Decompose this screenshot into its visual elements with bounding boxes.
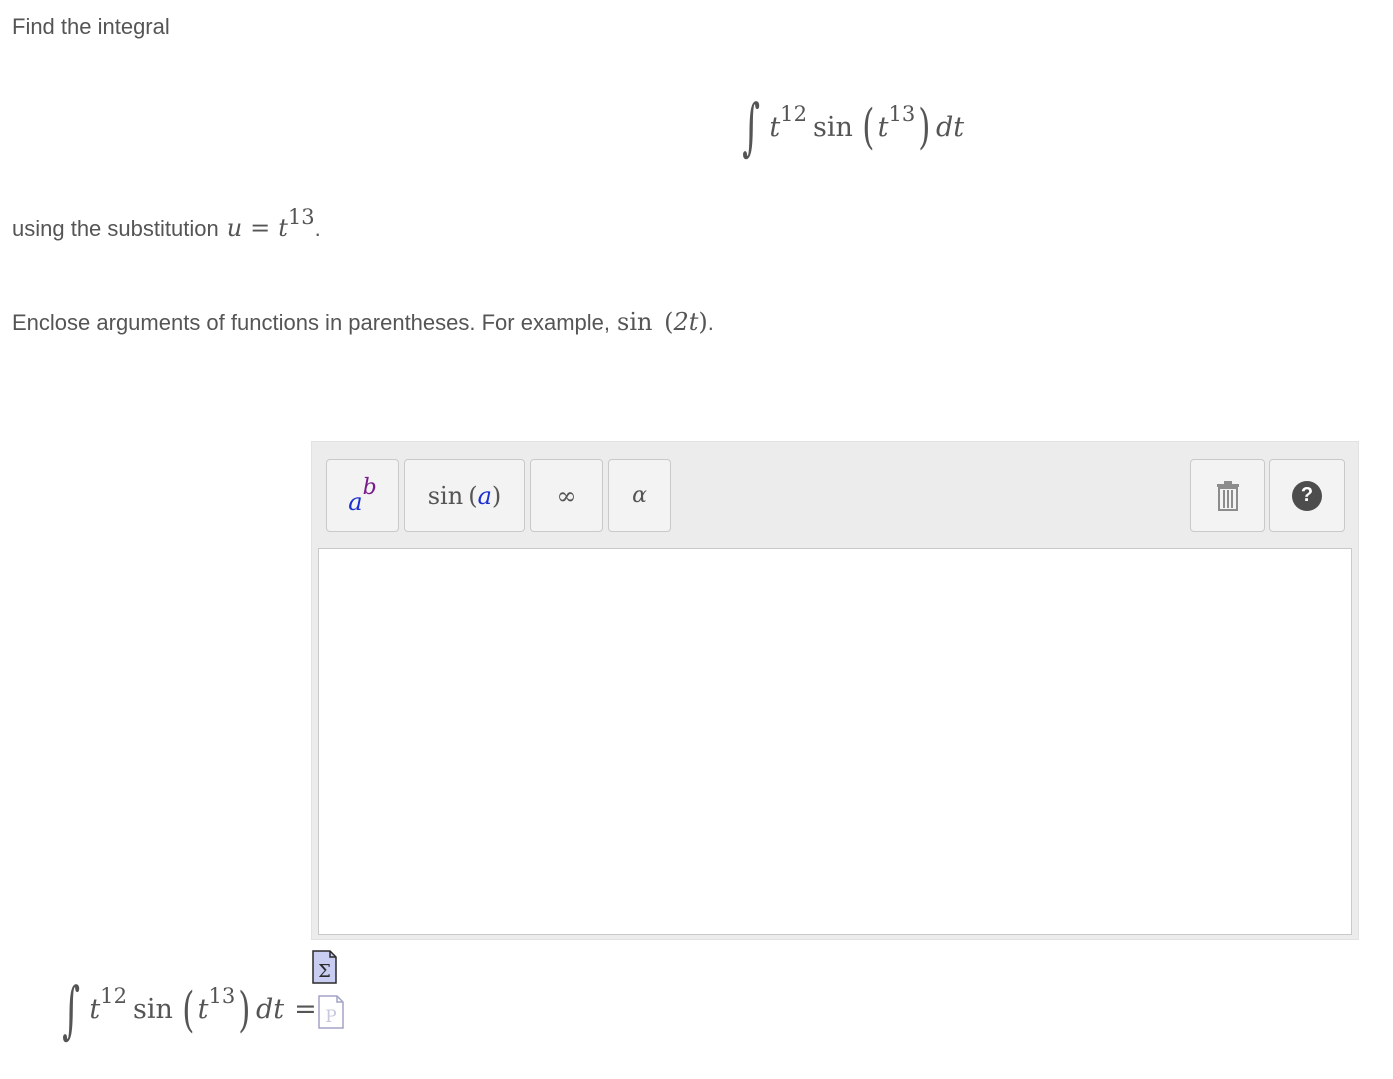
differential-dt: dt bbox=[935, 111, 965, 143]
example-func: sin bbox=[617, 308, 653, 336]
help-glyph: ? bbox=[1300, 484, 1314, 506]
function-open: ( bbox=[468, 481, 478, 510]
function-close: ) bbox=[491, 481, 502, 510]
answer-input-area[interactable] bbox=[318, 548, 1352, 935]
prompt-text: Find the integral bbox=[12, 14, 170, 39]
function-arg: a bbox=[477, 481, 492, 510]
period: . bbox=[314, 216, 321, 241]
right-paren: ) bbox=[918, 99, 931, 155]
answer-equation-label: ∫ t 12 sin ( t 13 ) dt = bbox=[55, 972, 317, 1047]
var-u: u bbox=[226, 214, 243, 242]
var-t-inner: t bbox=[877, 111, 889, 143]
instruction-text: Enclose arguments of functions in parent… bbox=[12, 310, 610, 335]
prompt-line-find: Find the integral bbox=[12, 14, 170, 40]
example-arg: 2t bbox=[673, 308, 699, 336]
var-t-bottom: t bbox=[89, 994, 101, 1025]
svg-text:P: P bbox=[325, 1007, 336, 1027]
help-icon: ? bbox=[1292, 480, 1322, 511]
greek-button[interactable]: α bbox=[608, 459, 671, 532]
example-math: sin (2t) bbox=[617, 308, 708, 336]
equals-sign: = bbox=[250, 214, 271, 242]
left-paren-bottom: ( bbox=[182, 981, 195, 1038]
integral-sign-bottom: ∫ bbox=[62, 972, 81, 1046]
substitution-math: u = t 13 bbox=[226, 205, 315, 242]
svg-text:Σ: Σ bbox=[318, 961, 331, 982]
right-paren-bottom: ) bbox=[238, 981, 251, 1038]
var-t: t bbox=[769, 111, 781, 143]
func-sin: sin bbox=[812, 111, 853, 143]
infinity-symbol: ∞ bbox=[556, 481, 577, 510]
exponent-12: 12 bbox=[780, 100, 807, 126]
clear-button[interactable] bbox=[1190, 459, 1265, 532]
infinity-button[interactable]: ∞ bbox=[530, 459, 603, 532]
var-t-inner-bottom: t bbox=[197, 994, 209, 1025]
exponent-13: 13 bbox=[888, 100, 916, 126]
substitution-text: using the substitution bbox=[12, 216, 219, 241]
equals-bottom: = bbox=[294, 994, 317, 1025]
example-period: . bbox=[707, 310, 714, 335]
function-name: sin bbox=[427, 481, 464, 510]
differential-dt-bottom: dt bbox=[255, 994, 285, 1025]
display-integral: ∫ t 12 sin ( t 13 ) dt bbox=[735, 92, 964, 162]
integral-sign: ∫ bbox=[742, 90, 761, 163]
function-button[interactable]: sin (a) bbox=[404, 459, 525, 532]
power-base: a bbox=[348, 487, 363, 516]
alpha-symbol: α bbox=[632, 483, 647, 508]
left-paren: ( bbox=[862, 99, 875, 155]
help-button[interactable]: ? bbox=[1269, 459, 1345, 532]
exponent-12-bottom: 12 bbox=[100, 983, 127, 1008]
exponent-13-bottom: 13 bbox=[208, 983, 236, 1008]
func-sin-bottom: sin bbox=[132, 994, 173, 1025]
prompt-line-substitution: using the substitution u = t 13 . bbox=[12, 205, 321, 242]
example-close: ) bbox=[698, 308, 708, 336]
exponent-13-sub: 13 bbox=[287, 205, 315, 229]
var-t-sub: t bbox=[278, 214, 288, 242]
prompt-line-instruction: Enclose arguments of functions in parent… bbox=[12, 308, 714, 336]
trash-icon bbox=[1216, 480, 1239, 511]
math-editor: ab sin (a) ∞ α ? bbox=[311, 441, 1359, 940]
power-button[interactable]: ab bbox=[326, 459, 399, 532]
preview-page-icon[interactable]: P bbox=[318, 995, 344, 1029]
power-exponent: b bbox=[362, 475, 377, 500]
